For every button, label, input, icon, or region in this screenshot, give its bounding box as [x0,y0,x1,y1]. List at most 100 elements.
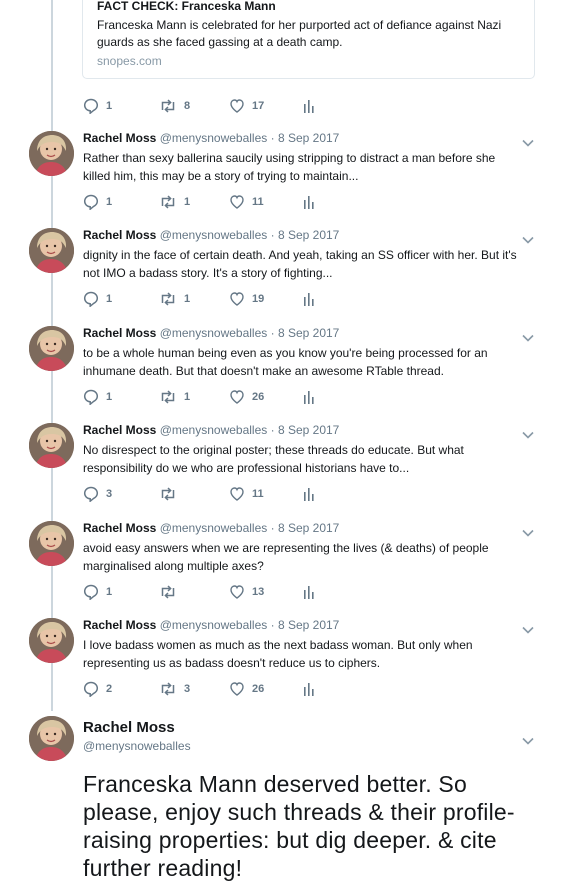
tweet-actions: 1 13 [83,584,323,600]
avatar[interactable] [29,618,74,663]
analytics-icon [303,194,315,210]
reply-button[interactable]: 1 [83,291,112,307]
like-button[interactable]: 26 [229,389,264,405]
avatar[interactable] [29,716,74,761]
tweet-text: I love badass women as much as the next … [83,638,473,670]
link-card[interactable]: FACT CHECK: Franceska Mann Franceska Man… [82,0,535,79]
display-name[interactable]: Rachel Moss [83,423,156,437]
thread-line [51,0,53,125]
like-button[interactable]: 19 [229,291,264,307]
heart-icon [229,389,245,405]
reply-count: 1 [106,100,113,112]
timestamp[interactable]: 8 Sep 2017 [278,131,339,145]
display-name[interactable]: Rachel Moss [83,521,156,535]
tweet-actions: 1 1 11 [83,194,323,210]
handle[interactable]: @menysnoweballes [160,228,268,242]
tweet-text: Rather than sexy ballerina saucily using… [83,151,496,183]
handle[interactable]: @menysnoweballes [160,521,268,535]
retweet-button[interactable]: 1 [159,291,190,307]
reply-count: 1 [106,196,113,208]
tweet-text: dignity in the face of certain death. An… [83,248,517,280]
retweet-button[interactable] [159,584,184,600]
display-name[interactable]: Rachel Moss [83,131,156,145]
chevron-down-icon[interactable] [521,733,535,745]
display-name[interactable]: Rachel Moss [83,228,156,242]
handle[interactable]: @menysnoweballes [160,131,268,145]
tweet-text: to be a whole human being even as you kn… [83,346,488,378]
analytics-button[interactable] [303,584,315,600]
avatar[interactable] [29,131,74,176]
tweet-text: avoid easy answers when we are represent… [83,541,489,573]
reply-icon [83,584,99,600]
reply-icon [83,389,99,405]
handle[interactable]: @menysnoweballes [160,326,268,340]
like-button[interactable]: 17 [229,98,264,114]
handle[interactable]: @menysnoweballes [160,618,268,632]
reply-icon [83,486,99,502]
like-count: 26 [252,683,265,695]
main-handle[interactable]: @menysnoweballes [83,739,191,753]
like-button[interactable]: 26 [229,681,264,697]
reply-button[interactable]: 3 [83,486,112,502]
chevron-down-icon[interactable] [521,330,535,342]
analytics-icon [303,681,315,697]
chevron-down-icon[interactable] [521,622,535,634]
thread-line [51,670,53,710]
retweet-count: 3 [184,683,191,695]
analytics-button[interactable] [303,486,315,502]
retweet-icon [159,584,177,600]
like-count: 11 [252,488,264,500]
reply-icon [83,291,99,307]
retweet-button[interactable]: 8 [159,98,190,114]
separator: · [270,131,275,145]
analytics-button[interactable] [303,681,315,697]
main-tweet-text: Franceska Mann deserved better. So pleas… [83,771,515,881]
reply-count: 1 [106,586,113,598]
analytics-button[interactable] [303,291,315,307]
retweet-button[interactable]: 1 [159,194,190,210]
like-button[interactable]: 11 [229,194,264,210]
avatar[interactable] [29,521,74,566]
display-name[interactable]: Rachel Moss [83,326,156,340]
reply-button[interactable]: 2 [83,681,112,697]
reply-button[interactable]: 1 [83,584,112,600]
like-button[interactable]: 11 [229,486,264,502]
timestamp[interactable]: 8 Sep 2017 [278,618,339,632]
avatar[interactable] [29,228,74,273]
reply-button[interactable]: 1 [83,194,112,210]
retweet-button[interactable]: 3 [159,681,190,697]
like-button[interactable]: 13 [229,584,264,600]
separator: · [270,521,275,535]
separator: · [270,618,275,632]
display-name[interactable]: Rachel Moss [83,618,156,632]
retweet-icon [159,681,177,697]
chevron-down-icon[interactable] [521,135,535,147]
analytics-icon [303,98,315,114]
reply-icon [83,98,99,114]
reply-button[interactable]: 1 [83,389,112,405]
main-display-name[interactable]: Rachel Moss [83,719,175,736]
chevron-down-icon[interactable] [521,525,535,537]
retweet-button[interactable]: 1 [159,389,190,405]
avatar[interactable] [29,423,74,468]
analytics-icon [303,584,315,600]
tweet-actions: 1 1 26 [83,389,323,405]
retweet-button[interactable] [159,486,184,502]
avatar[interactable] [29,326,74,371]
handle[interactable]: @menysnoweballes [160,423,268,437]
reply-button[interactable]: 1 [83,98,112,114]
timestamp[interactable]: 8 Sep 2017 [278,326,339,340]
heart-icon [229,486,245,502]
timestamp[interactable]: 8 Sep 2017 [278,521,339,535]
chevron-down-icon[interactable] [521,232,535,244]
like-count: 11 [252,196,264,208]
analytics-button[interactable] [303,98,315,114]
analytics-button[interactable] [303,389,315,405]
reply-count: 1 [106,293,113,305]
retweet-count: 1 [184,391,191,403]
analytics-button[interactable] [303,194,315,210]
timestamp[interactable]: 8 Sep 2017 [278,423,339,437]
timestamp[interactable]: 8 Sep 2017 [278,228,339,242]
tweet-actions: 1 8 17 [83,98,323,114]
chevron-down-icon[interactable] [521,427,535,439]
